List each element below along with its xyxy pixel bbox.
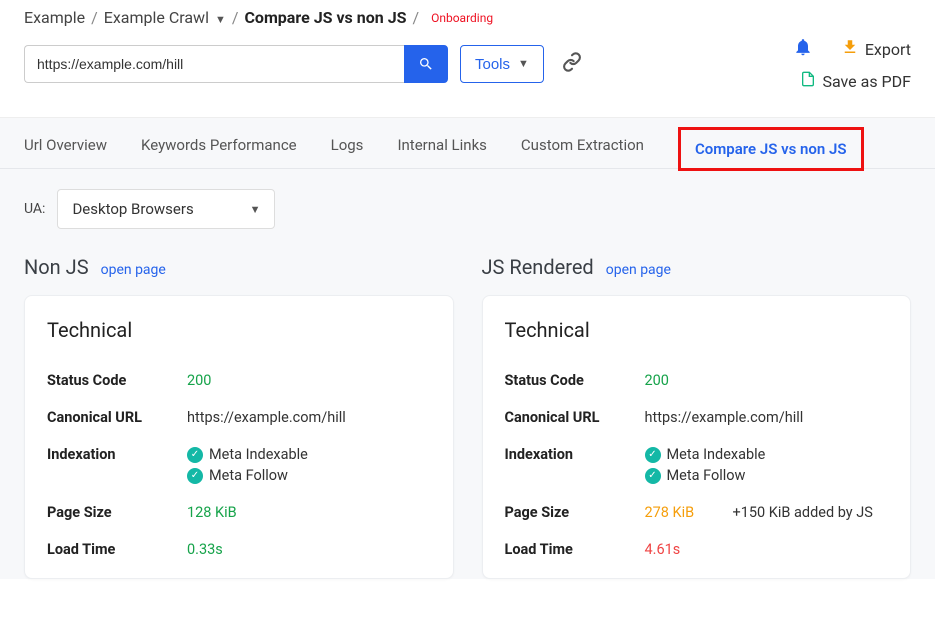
link-icon[interactable] [562,52,582,77]
val-page-size-non-js: 128 KiB [187,504,237,521]
chevron-down-icon: ▼ [516,58,529,70]
technical-card-non-js: Technical Status Code 200 Canonical URL … [24,295,454,579]
breadcrumb-separator: / [412,8,419,27]
tab-compare[interactable]: Compare JS vs non JS [695,140,847,158]
breadcrumb-separator: / [91,8,98,27]
chevron-down-icon: ▼ [248,203,261,216]
chevron-down-icon: ▼ [213,13,226,26]
export-button[interactable]: Export [841,38,911,60]
ua-select[interactable]: Desktop Browsers ▼ [57,189,275,229]
tab-compare-highlight: Compare JS vs non JS [678,127,864,171]
tab-keywords[interactable]: Keywords Performance [141,136,297,168]
breadcrumb-current: Compare JS vs non JS [244,8,406,27]
follow-label: Meta Follow [667,467,746,484]
tabs: Url Overview Keywords Performance Logs I… [0,118,935,169]
key-indexation: Indexation [505,446,645,463]
column-non-js: Non JS open page Technical Status Code 2… [24,245,454,579]
check-icon: ✓ [645,447,661,463]
export-label: Export [865,40,911,59]
technical-card-js: Technical Status Code 200 Canonical URL … [482,295,912,579]
val-follow-non-js: ✓ Meta Follow [187,467,308,484]
val-load-time-js: 4.61s [645,541,681,558]
tab-internal-links[interactable]: Internal Links [397,136,486,168]
search-icon [418,56,434,72]
follow-label: Meta Follow [209,467,288,484]
check-icon: ✓ [645,468,661,484]
column-non-js-title: Non JS [24,255,89,279]
key-load-time: Load Time [47,541,187,558]
breadcrumb: Example / Example Crawl ▼ / Compare JS v… [24,8,911,27]
breadcrumb-root[interactable]: Example [24,8,85,27]
val-follow-js: ✓ Meta Follow [645,467,766,484]
check-icon: ✓ [187,468,203,484]
val-status-non-js: 200 [187,372,211,389]
key-page-size: Page Size [47,504,187,521]
save-pdf-label: Save as PDF [822,72,911,91]
open-page-non-js[interactable]: open page [101,262,166,278]
column-js-title: JS Rendered [482,255,594,279]
breadcrumb-crawl[interactable]: Example Crawl ▼ [104,8,226,27]
tab-logs[interactable]: Logs [331,136,364,168]
val-indexable-non-js: ✓ Meta Indexable [187,446,308,463]
column-js: JS Rendered open page Technical Status C… [482,245,912,579]
ua-select-value: Desktop Browsers [72,200,193,218]
key-load-time: Load Time [505,541,645,558]
notifications-button[interactable] [793,37,813,61]
key-indexation: Indexation [47,446,187,463]
tab-url-overview[interactable]: Url Overview [24,136,107,168]
val-load-time-non-js: 0.33s [187,541,223,558]
key-canonical: Canonical URL [47,409,187,426]
tools-dropdown[interactable]: Tools ▼ [460,45,544,83]
val-indexable-js: ✓ Meta Indexable [645,446,766,463]
search-button[interactable] [404,45,448,83]
pdf-icon [800,71,816,91]
key-canonical: Canonical URL [505,409,645,426]
val-canonical-non-js: https://example.com/hill [187,409,346,426]
key-page-size: Page Size [505,504,645,521]
key-status: Status Code [47,372,187,389]
val-page-size-diff: +150 KiB added by JS [733,504,873,521]
check-icon: ✓ [187,447,203,463]
open-page-js[interactable]: open page [606,262,671,278]
val-page-size-js: 278 KiB [645,504,715,521]
card-title: Technical [47,318,431,342]
export-icon [841,38,859,60]
search-form [24,45,448,83]
bell-icon [793,37,813,57]
tools-label: Tools [475,56,510,73]
val-canonical-js: https://example.com/hill [645,409,804,426]
ua-label: UA: [24,201,45,217]
onboarding-link[interactable]: Onboarding [431,11,493,25]
indexable-label: Meta Indexable [209,446,308,463]
key-status: Status Code [505,372,645,389]
url-search-input[interactable] [24,45,404,83]
breadcrumb-crawl-label: Example Crawl [104,8,209,27]
card-title: Technical [505,318,889,342]
breadcrumb-separator: / [232,8,239,27]
tab-custom-extraction[interactable]: Custom Extraction [521,136,644,168]
save-pdf-button[interactable]: Save as PDF [800,71,911,91]
val-status-js: 200 [645,372,669,389]
indexable-label: Meta Indexable [667,446,766,463]
